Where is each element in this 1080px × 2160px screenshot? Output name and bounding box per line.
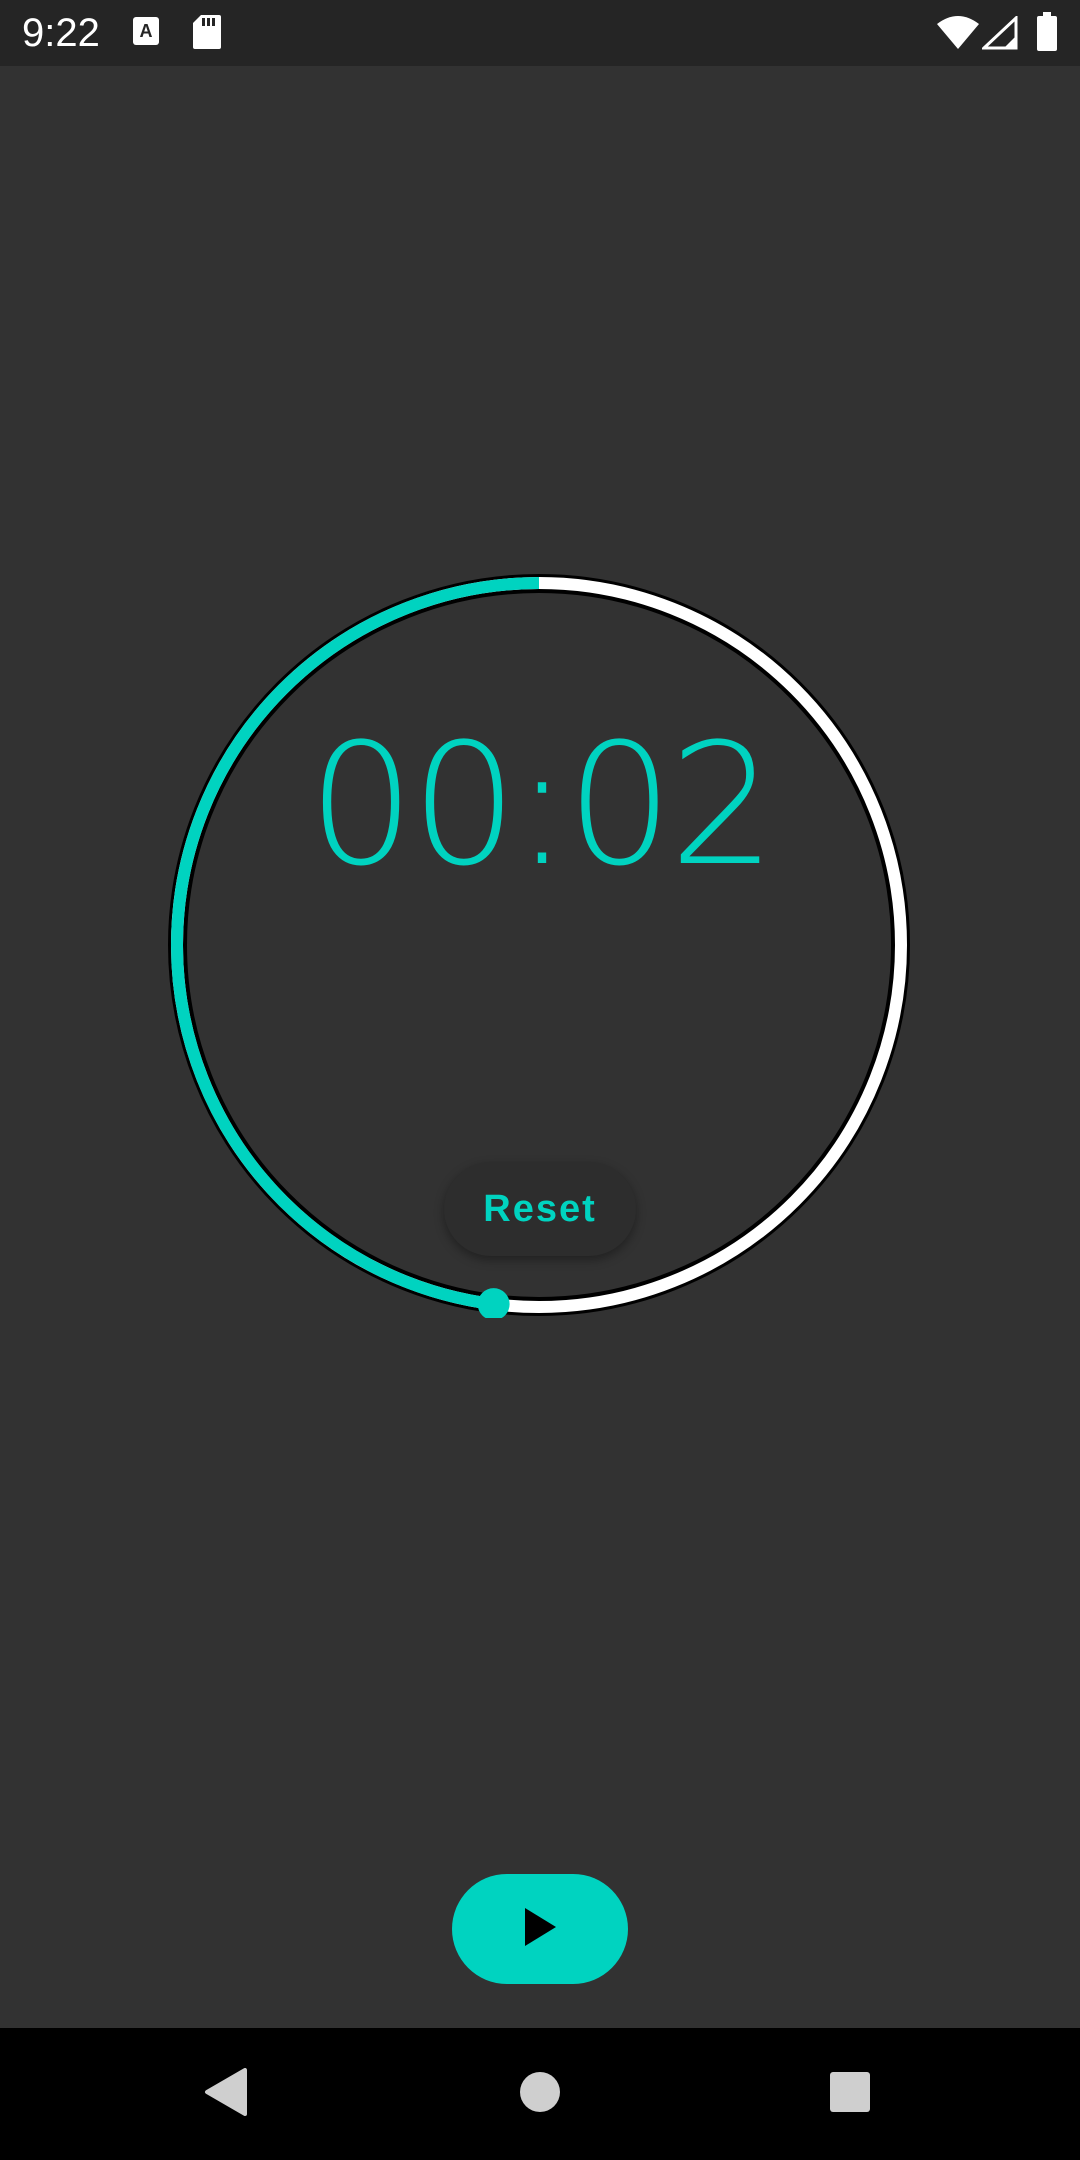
- font-a-icon: A: [132, 14, 160, 53]
- home-button[interactable]: [504, 2058, 576, 2130]
- timer-display: 00:02: [307, 707, 776, 903]
- play-icon: [522, 1906, 558, 1953]
- stopwatch-screen: 9:22 A 00:02 Reset: [0, 0, 1080, 2160]
- battery-icon: [1036, 12, 1058, 57]
- back-icon: [203, 2067, 249, 2121]
- signal-icon: [980, 14, 1018, 55]
- reset-button-label: Reset: [483, 1187, 597, 1230]
- home-icon: [518, 2070, 562, 2119]
- recents-button[interactable]: [814, 2058, 886, 2130]
- back-button[interactable]: [190, 2058, 262, 2130]
- play-button[interactable]: [452, 1874, 628, 1984]
- navigation-bar: [0, 2028, 1080, 2160]
- wifi-icon: [936, 16, 980, 55]
- status-bar: 9:22 A: [0, 0, 1080, 66]
- svg-text:A: A: [140, 21, 153, 41]
- sd-card-icon: [192, 14, 222, 55]
- recents-icon: [828, 2070, 872, 2119]
- status-time: 9:22: [22, 11, 100, 55]
- reset-button[interactable]: Reset: [444, 1162, 636, 1256]
